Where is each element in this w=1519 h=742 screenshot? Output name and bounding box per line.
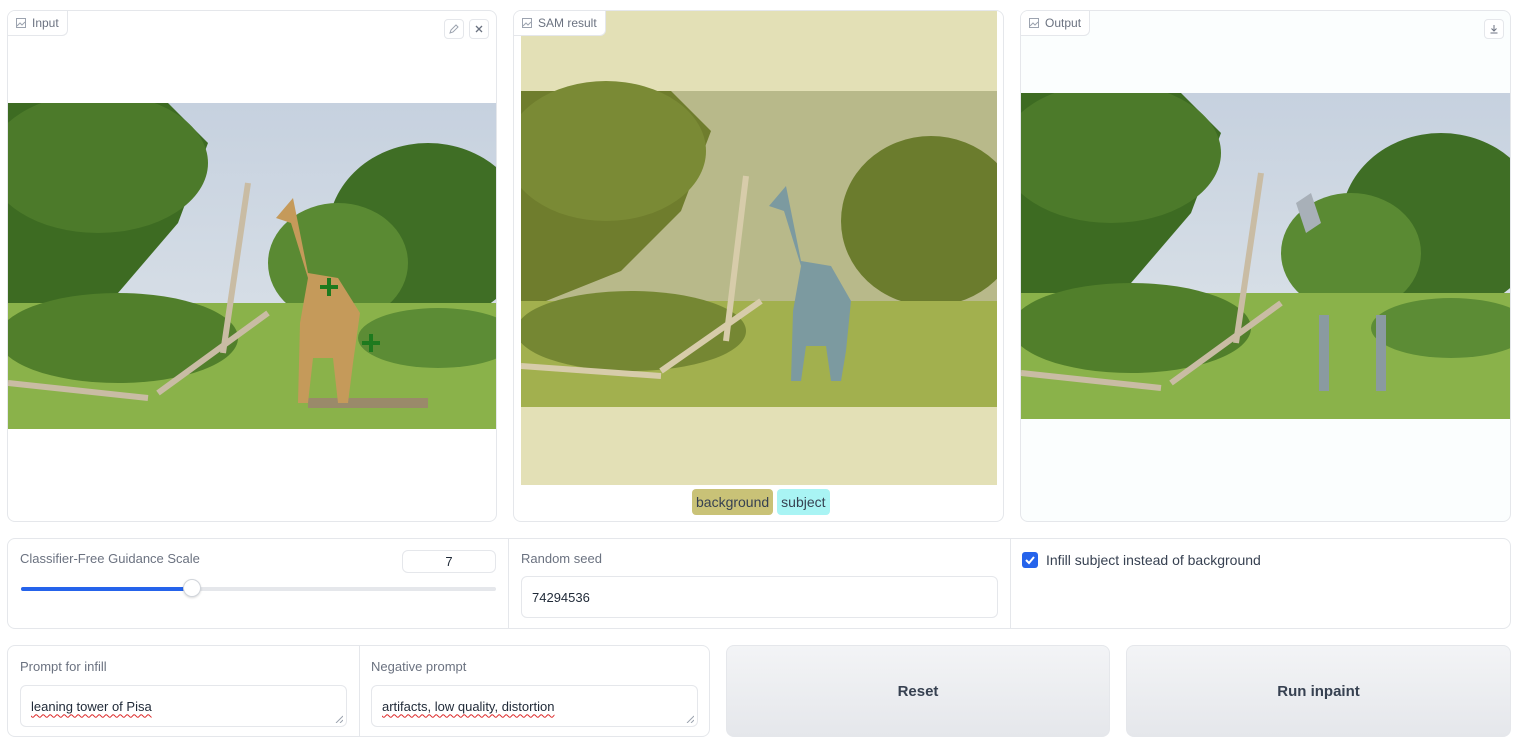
sam-result-image (521, 11, 997, 485)
output-label: Output (1045, 16, 1082, 30)
pencil-icon (449, 24, 459, 34)
image-icon (522, 18, 532, 28)
output-image (1021, 93, 1510, 419)
sam-result-panel: SAM result background subject (513, 10, 1004, 522)
legend-background: background (692, 489, 774, 515)
seed-input[interactable]: 74294536 (521, 576, 998, 618)
resize-handle-icon[interactable] (335, 715, 343, 723)
sam-legend: background subject (692, 489, 830, 515)
infill-checkbox-label[interactable]: Infill subject instead of background (1046, 552, 1261, 568)
input-label: Input (32, 16, 59, 30)
cfg-slider-fill (21, 587, 192, 591)
cfg-number-input[interactable]: 7 (402, 550, 496, 573)
run-inpaint-button[interactable]: Run inpaint (1126, 645, 1511, 737)
divider (1010, 539, 1011, 628)
divider (508, 539, 509, 628)
negative-prompt-value: artifacts, low quality, distortion (382, 698, 555, 714)
divider (359, 646, 360, 736)
input-image[interactable] (8, 103, 496, 429)
close-icon (475, 25, 483, 33)
output-panel: Output (1020, 10, 1511, 522)
image-icon (16, 18, 26, 28)
cfg-slider-track[interactable] (21, 579, 496, 597)
image-icon (1029, 18, 1039, 28)
infill-prompt-label: Prompt for infill (20, 659, 107, 674)
cfg-slider-thumb[interactable] (183, 579, 201, 597)
controls-row: Classifier-Free Guidance Scale 7 Random … (7, 538, 1511, 629)
sam-label: SAM result (538, 16, 597, 30)
cfg-label: Classifier-Free Guidance Scale (20, 551, 200, 566)
clear-button[interactable] (469, 19, 489, 39)
edit-button[interactable] (444, 19, 464, 39)
negative-prompt-label: Negative prompt (371, 659, 467, 674)
infill-prompt-value: leaning tower of Pisa (31, 698, 152, 714)
seed-label: Random seed (521, 551, 602, 566)
cfg-value: 7 (445, 554, 453, 569)
negative-prompt-textarea[interactable]: artifacts, low quality, distortion (371, 685, 698, 727)
seed-value: 74294536 (532, 589, 590, 605)
reset-button[interactable]: Reset (726, 645, 1110, 737)
output-label-tag: Output (1021, 11, 1091, 36)
input-label-tag: Input (8, 11, 68, 36)
download-icon (1490, 25, 1498, 34)
download-button[interactable] (1484, 19, 1504, 39)
checkmark-icon (1025, 556, 1035, 565)
infill-checkbox[interactable] (1022, 552, 1038, 568)
infill-prompt-textarea[interactable]: leaning tower of Pisa (20, 685, 347, 727)
prompts-row: Prompt for infill leaning tower of Pisa … (7, 645, 710, 737)
legend-subject: subject (777, 489, 830, 515)
input-panel: Input (7, 10, 497, 522)
resize-handle-icon[interactable] (686, 715, 694, 723)
sam-label-tag: SAM result (514, 11, 606, 36)
